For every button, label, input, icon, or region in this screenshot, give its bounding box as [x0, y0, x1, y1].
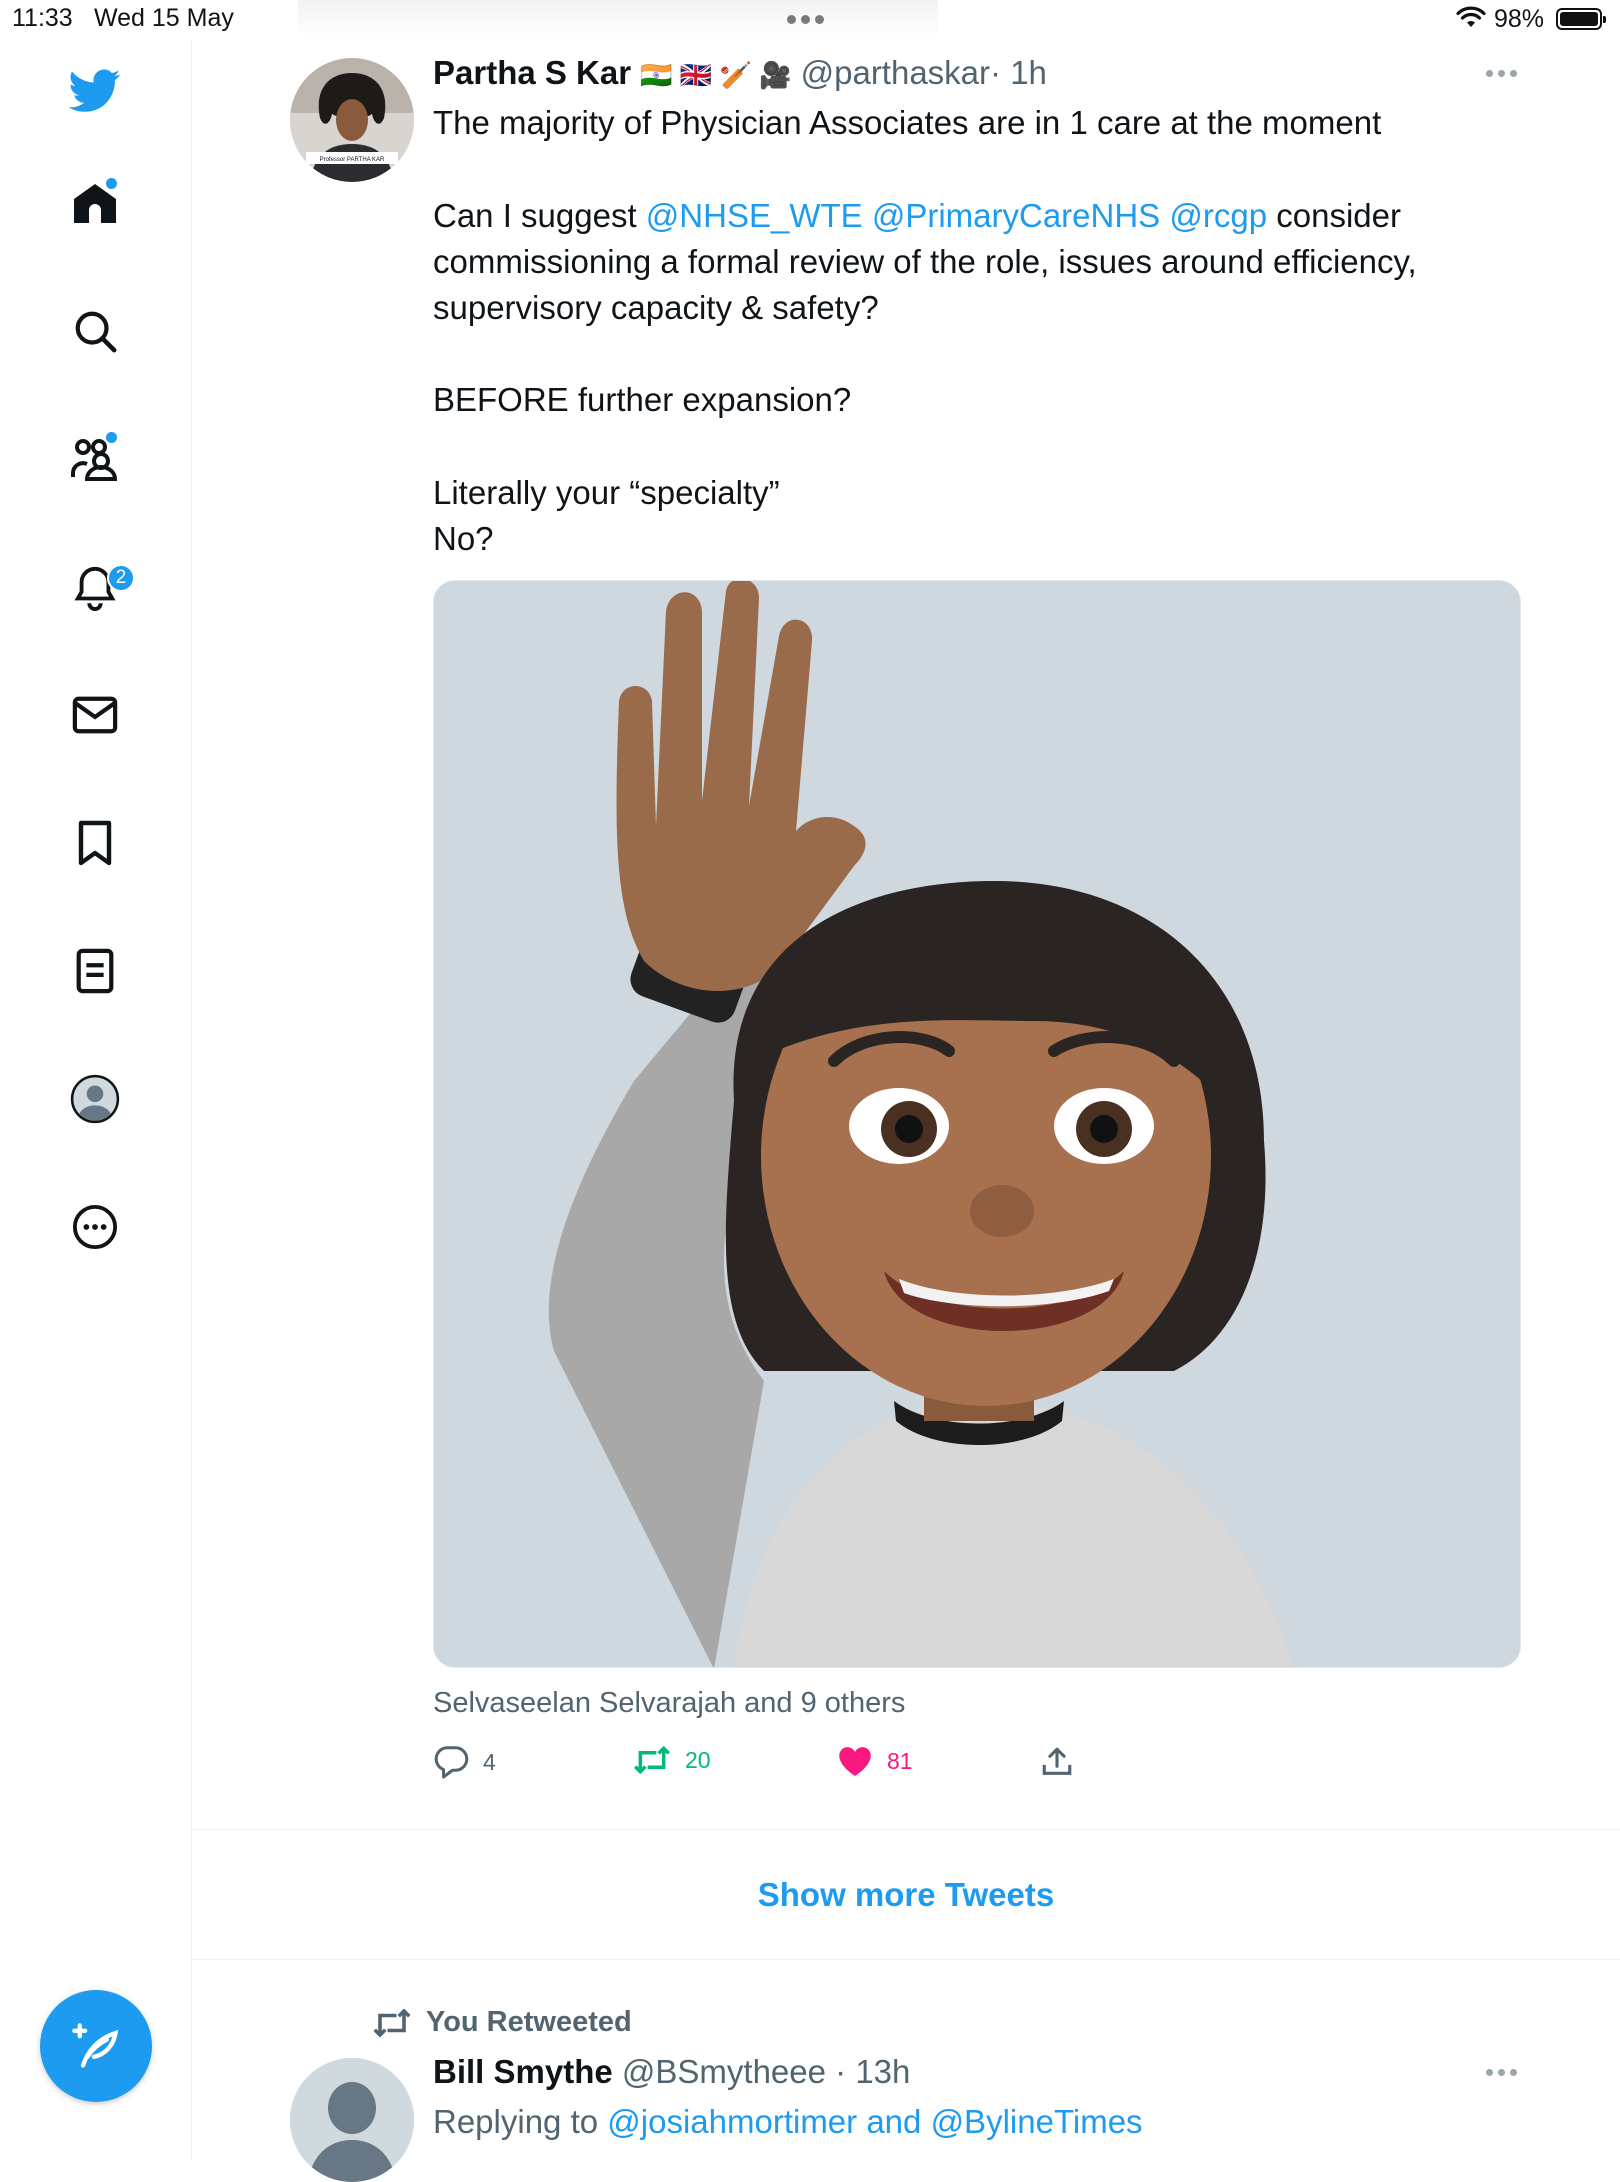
- notifications-badge: 2: [107, 564, 135, 592]
- reply-button[interactable]: 4: [433, 1745, 496, 1779]
- retweet-icon: [633, 1745, 671, 1775]
- tweet-more-button[interactable]: [1486, 70, 1517, 77]
- multitask-bar: [298, 0, 938, 38]
- bookmark-icon[interactable]: [60, 808, 130, 878]
- messages-envelope-icon[interactable]: [60, 680, 130, 750]
- tweet-text-line: The majority of Physician Associates are…: [433, 104, 1382, 141]
- status-bar: 11:33 Wed 15 May 98%: [0, 0, 1620, 40]
- tweet-header: Bill Smythe @BSmytheee · 13h: [433, 2053, 910, 2091]
- author-avatar[interactable]: Professor PARTHA KAR: [290, 58, 414, 182]
- like-count: 81: [887, 1747, 913, 1774]
- author-name[interactable]: Bill Smythe: [433, 2053, 613, 2090]
- retweet-count: 20: [685, 1746, 711, 1773]
- retweet-context: You Retweeted: [372, 2006, 632, 2039]
- author-handle[interactable]: @parthaskar: [801, 54, 990, 91]
- mention-link[interactable]: @PrimaryCareNHS: [872, 197, 1160, 234]
- communities-icon[interactable]: [60, 424, 130, 494]
- reply-icon: [434, 1746, 469, 1779]
- tweet-text-line: supervisory capacity & safety?: [433, 289, 879, 326]
- tweet-time: · 1h: [990, 54, 1047, 91]
- home-unread-dot: [104, 176, 119, 191]
- status-time: 11:33: [12, 4, 73, 32]
- heart-filled-icon: [839, 1747, 871, 1776]
- mention-link[interactable]: @BylineTimes: [931, 2103, 1143, 2140]
- compose-feather-icon: [72, 2023, 119, 2068]
- twitter-logo-icon[interactable]: [60, 56, 130, 126]
- text-span: Replying to: [433, 2103, 608, 2140]
- tweet-media-image[interactable]: [433, 580, 1521, 1668]
- text-span: Can I suggest: [433, 197, 646, 234]
- notifications-bell-icon[interactable]: 2: [60, 552, 135, 622]
- tweet-text-line: Can I suggest @NHSE_WTE @PrimaryCareNHS …: [433, 193, 1401, 239]
- tweet-text-line: commissioning a formal review of the rol…: [433, 243, 1417, 280]
- lists-icon[interactable]: [60, 936, 130, 1006]
- author-handle[interactable]: @BSmytheee: [622, 2053, 826, 2090]
- author-avatar-default[interactable]: [290, 2058, 414, 2182]
- tweet-text-line: BEFORE further expansion?: [433, 381, 852, 418]
- mention-link[interactable]: @NHSE_WTE: [646, 197, 863, 234]
- battery-icon: [1556, 8, 1606, 30]
- liked-by-text[interactable]: Selvaseelan Selvarajah and 9 others: [433, 1687, 905, 1720]
- reply-count: 4: [483, 1748, 496, 1775]
- author-emojis: 🇮🇳 🇬🇧 🏏 🎥: [640, 60, 792, 90]
- compose-tweet-button[interactable]: [40, 1990, 152, 2102]
- mention-link[interactable]: @rcgp: [1169, 197, 1267, 234]
- tweet-text-line: Literally your “specialty”: [433, 474, 780, 511]
- tweet-text-line: No?: [433, 520, 494, 557]
- share-button[interactable]: [1040, 1745, 1074, 1779]
- profile-avatar-icon[interactable]: [60, 1064, 130, 1134]
- status-date: Wed 15 May: [94, 4, 234, 32]
- svg-text:Professor PARTHA KAR: Professor PARTHA KAR: [320, 157, 385, 163]
- mention-link[interactable]: @josiahmortimer: [607, 2103, 857, 2140]
- text-span: and: [857, 2103, 931, 2140]
- share-icon: [1042, 1747, 1072, 1775]
- text-span: consider: [1267, 197, 1401, 234]
- show-more-tweets-link[interactable]: Show more Tweets: [192, 1830, 1620, 1960]
- retweet-button[interactable]: 20: [633, 1745, 711, 1775]
- author-name[interactable]: Partha S Kar: [433, 54, 631, 91]
- sidebar: 2: [0, 40, 192, 2160]
- home-icon[interactable]: [60, 168, 130, 238]
- multitasking-dots[interactable]: [787, 15, 824, 24]
- tweet-time: · 13h: [835, 2053, 911, 2090]
- retweet-context-label: You Retweeted: [426, 2006, 632, 2038]
- search-icon[interactable]: [60, 296, 130, 366]
- wifi-icon: [1456, 6, 1486, 27]
- like-button[interactable]: 81: [837, 1745, 913, 1777]
- retweet-icon: [373, 2007, 411, 2038]
- tweet-header: Partha S Kar 🇮🇳 🇬🇧 🏏 🎥 @parthaskar· 1h: [433, 54, 1047, 92]
- tweet-more-button[interactable]: [1486, 2069, 1517, 2076]
- battery-percent: 98%: [1494, 5, 1545, 33]
- replying-to-line: Replying to @josiahmortimer and @BylineT…: [433, 2099, 1143, 2145]
- more-options-circle-icon[interactable]: [60, 1192, 130, 1262]
- communities-unread-dot: [104, 430, 119, 445]
- divider: [192, 1959, 1620, 1960]
